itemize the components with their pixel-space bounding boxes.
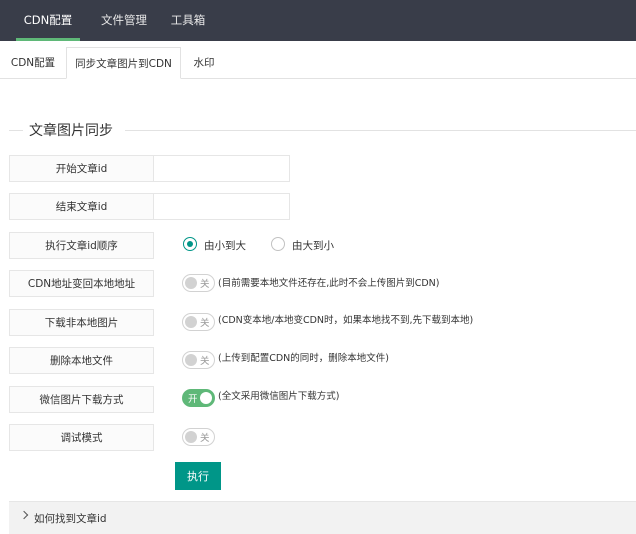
download-remote-label: 下载非本地图片 [9,309,154,336]
end-id-input[interactable] [153,193,290,220]
switch-knob [185,431,197,443]
legend-line-left [9,130,23,131]
execute-button[interactable]: 执行 [175,462,221,490]
switch-text: 关 [200,279,210,290]
tab-watermark[interactable]: 水印 [186,47,222,78]
cdn-restore-label: CDN地址变回本地地址 [9,270,154,297]
top-navbar: CDN配置 文件管理 工具箱 [0,0,636,41]
switch-knob [185,316,197,328]
wechat-mode-label: 微信图片下载方式 [9,386,154,413]
cdn-restore-switch[interactable]: 关 [182,274,215,292]
radio-unchecked-icon [271,237,285,251]
tab-cdn-config[interactable]: CDN配置 [4,47,62,78]
start-id-label: 开始文章id [9,155,154,182]
end-id-label: 结束文章id [9,193,154,220]
switch-text: 关 [200,433,210,444]
radio-asc-label: 由小到大 [204,240,246,252]
help-collapse[interactable]: 如何找到文章id [9,501,636,534]
switch-knob [185,354,197,366]
delete-local-label: 删除本地文件 [9,347,154,374]
nav-file-manage[interactable]: 文件管理 [96,0,152,41]
switch-text: 开 [188,394,198,405]
switch-text: 关 [200,356,210,367]
order-label: 执行文章id顺序 [9,232,154,259]
delete-local-switch[interactable]: 关 [182,351,215,369]
radio-checked-icon [183,237,197,251]
debug-switch[interactable]: 关 [182,428,215,446]
help-collapse-title: 如何找到文章id [34,513,107,525]
legend-line-right [125,130,636,131]
debug-label: 调试模式 [9,424,154,451]
tab-sync-images[interactable]: 同步文章图片到CDN [66,47,181,79]
download-remote-switch[interactable]: 关 [182,313,215,331]
wechat-mode-hint: (全文采用微信图片下载方式) [218,391,340,402]
start-id-input[interactable] [153,155,290,182]
wechat-mode-switch[interactable]: 开 [182,389,215,407]
delete-local-hint: (上传到配置CDN的同时，删除本地文件) [218,353,389,364]
section-title: 文章图片同步 [29,123,113,139]
cdn-restore-hint: (目前需要本地文件还存在,此时不会上传图片到CDN) [218,278,440,289]
switch-knob [200,392,212,404]
nav-cdn-config[interactable]: CDN配置 [16,0,80,41]
switch-knob [185,277,197,289]
tab-bar: CDN配置 同步文章图片到CDN 水印 [0,47,636,79]
download-remote-hint: (CDN变本地/本地变CDN时，如果本地找不到,先下载到本地) [218,315,474,326]
nav-toolbox[interactable]: 工具箱 [164,0,212,41]
chevron-right-icon [19,510,29,520]
switch-text: 关 [200,318,210,329]
radio-desc-label: 由大到小 [292,240,334,252]
